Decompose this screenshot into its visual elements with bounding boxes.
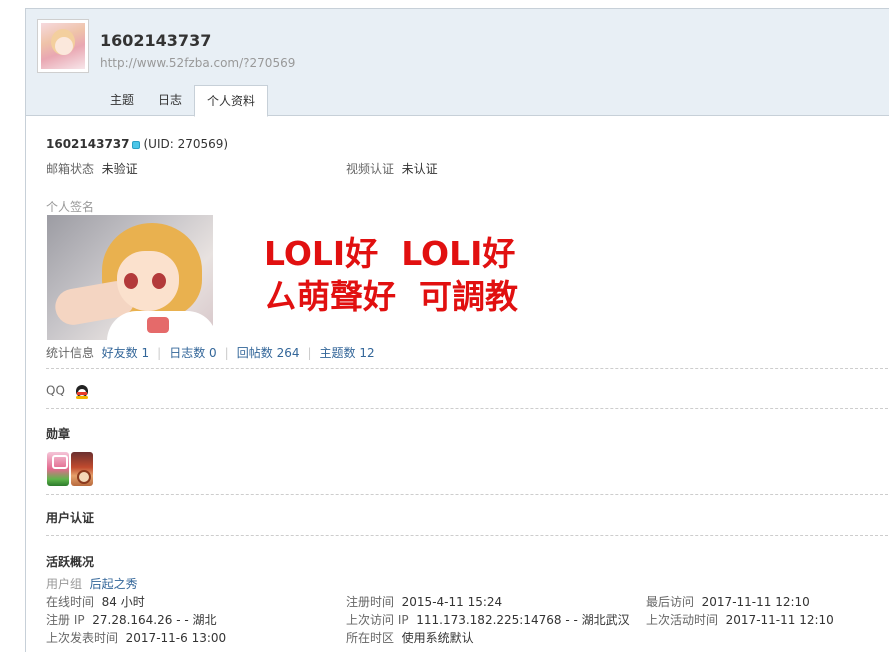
stats-label: 统计信息 [46, 346, 95, 360]
stat-threads[interactable]: 主题数 12 [320, 346, 375, 360]
email-status-row: 邮箱状态 未验证 [46, 160, 138, 177]
last-post-label: 上次发表时间 [46, 631, 119, 645]
last-ip-label: 上次访问 IP [346, 613, 409, 627]
timezone-value: 使用系统默认 [401, 631, 474, 645]
timezone-label: 所在时区 [346, 631, 395, 645]
last-ip-row: 上次访问 IP 111.173.182.225:14768 - - 湖北武汉 [346, 611, 630, 628]
divider [46, 408, 888, 409]
signature-image [47, 215, 213, 340]
email-status-value: 未验证 [101, 162, 138, 176]
last-visit-value: 2017-11-11 12:10 [701, 595, 810, 609]
stats-row: 统计信息 好友数 1 | 日志数 0 | 回帖数 264 | 主题数 12 [46, 346, 375, 360]
qq-row: QQ [46, 383, 89, 399]
profile-name-row: 1602143737 (UID: 270569) [46, 137, 228, 151]
last-active-label: 上次活动时间 [646, 613, 719, 627]
qq-label: QQ [46, 383, 65, 398]
verification-heading: 用户认证 [46, 511, 95, 525]
divider [46, 535, 888, 536]
activity-heading: 活跃概况 [46, 555, 95, 569]
signature-text: LOLI好 LOLI好 ㄙ萌聲好 可調教 [264, 234, 518, 316]
last-post-row: 上次发表时间 2017-11-6 13:00 [46, 629, 226, 646]
tab-profile[interactable]: 个人资料 [194, 85, 269, 117]
profile-uid: (UID: 270569) [143, 137, 229, 151]
online-time-value: 84 小时 [101, 595, 145, 609]
video-verify-row: 视频认证 未认证 [346, 160, 438, 177]
medal-badge-icon[interactable] [47, 452, 69, 486]
avatar[interactable] [37, 19, 89, 73]
stat-blogs[interactable]: 日志数 0 [169, 346, 216, 360]
divider [46, 368, 888, 369]
stat-replies[interactable]: 回帖数 264 [237, 346, 300, 360]
last-visit-label: 最后访问 [646, 595, 695, 609]
usergroup-value[interactable]: 后起之秀 [90, 577, 138, 591]
video-verify-value: 未认证 [401, 162, 438, 176]
divider [46, 494, 888, 495]
stat-friends[interactable]: 好友数 1 [102, 346, 149, 360]
online-time-label: 在线时间 [46, 595, 95, 609]
last-visit-row: 最后访问 2017-11-11 12:10 [646, 593, 810, 610]
last-active-row: 上次活动时间 2017-11-11 12:10 [646, 611, 834, 628]
reg-time-row: 注册时间 2015-4-11 15:24 [346, 593, 502, 610]
video-verify-label: 视频认证 [346, 162, 395, 176]
reg-time-label: 注册时间 [346, 595, 395, 609]
last-post-value: 2017-11-6 13:00 [125, 631, 227, 645]
online-time-row: 在线时间 84 小时 [46, 593, 145, 610]
profile-name: 1602143737 [46, 137, 130, 151]
medal-list [47, 452, 95, 488]
reg-ip-value: 27.28.164.26 - - 湖北 [92, 613, 217, 627]
tab-threads[interactable]: 主题 [98, 85, 146, 116]
usergroup-label: 用户组 [46, 577, 83, 591]
medals-heading: 勋章 [46, 427, 71, 441]
profile-tabs: 主题 日志 个人资料 [98, 85, 269, 117]
timezone-row: 所在时区 使用系统默认 [346, 629, 474, 646]
email-status-label: 邮箱状态 [46, 162, 95, 176]
last-ip-value: 111.173.182.225:14768 - - 湖北武汉 [416, 613, 630, 627]
header-user-url[interactable]: http://www.52fzba.com/?270569 [100, 56, 295, 70]
qq-penguin-icon[interactable] [75, 383, 89, 399]
profile-page: 1602143737 http://www.52fzba.com/?270569… [25, 8, 889, 652]
reg-time-value: 2015-4-11 15:24 [401, 595, 503, 609]
online-status-icon [131, 140, 140, 149]
avatar-image [41, 23, 85, 69]
profile-header: 1602143737 http://www.52fzba.com/?270569… [26, 9, 889, 117]
tab-blog[interactable]: 日志 [146, 85, 194, 116]
signature-label: 个人签名 [46, 200, 95, 214]
last-active-value: 2017-11-11 12:10 [725, 613, 834, 627]
header-username: 1602143737 [100, 31, 212, 50]
medal-badge-icon[interactable] [71, 452, 93, 486]
usergroup-row: 用户组 后起之秀 [46, 575, 138, 592]
reg-ip-label: 注册 IP [46, 613, 85, 627]
reg-ip-row: 注册 IP 27.28.164.26 - - 湖北 [46, 611, 217, 628]
